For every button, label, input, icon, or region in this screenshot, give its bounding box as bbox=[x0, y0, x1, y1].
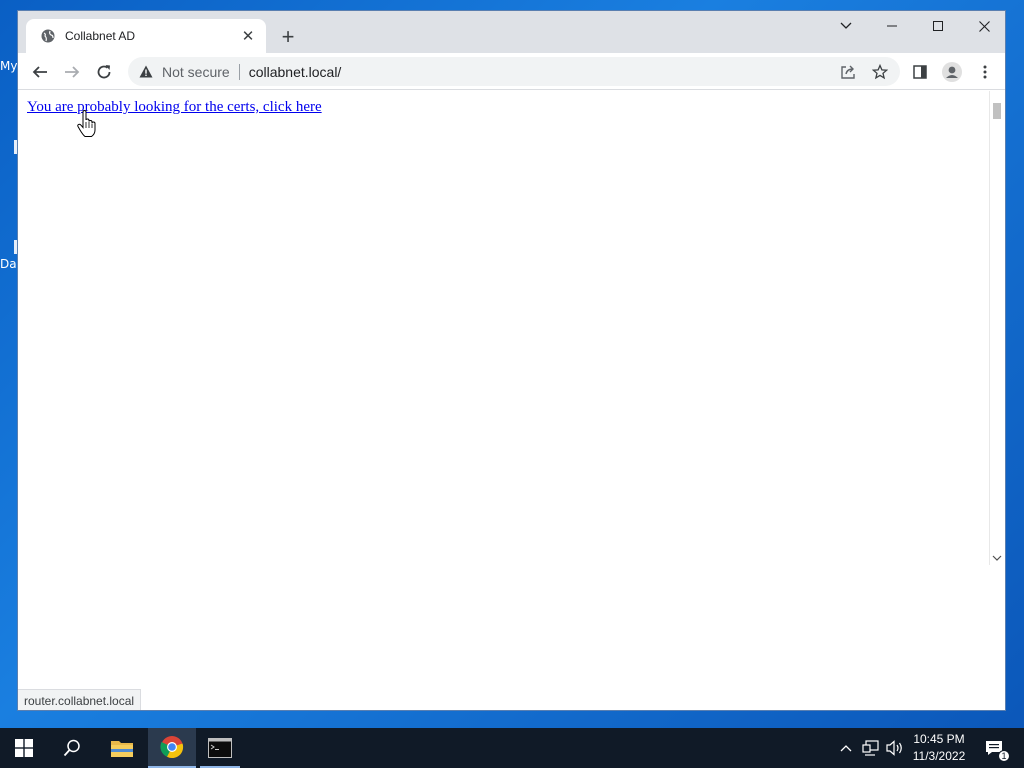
taskbar: 10:45 PM 11/3/2022 1 bbox=[0, 728, 1024, 768]
back-arrow-icon[interactable] bbox=[26, 58, 54, 86]
profile-avatar-icon[interactable] bbox=[938, 58, 966, 86]
status-bubble: router.collabnet.local bbox=[18, 689, 142, 710]
notification-count-badge: 1 bbox=[998, 750, 1010, 762]
volume-icon[interactable] bbox=[884, 728, 906, 768]
forward-arrow-icon[interactable] bbox=[58, 58, 86, 86]
file-explorer-icon[interactable] bbox=[98, 728, 146, 768]
title-bar: Collabnet AD ✕ + bbox=[18, 11, 1005, 53]
omnibox-divider bbox=[238, 63, 240, 80]
close-window-button[interactable] bbox=[961, 11, 1005, 41]
vertical-scrollbar[interactable] bbox=[989, 91, 1005, 565]
scrollbar-thumb[interactable] bbox=[993, 103, 1001, 119]
bookmark-star-icon[interactable] bbox=[866, 58, 894, 86]
tab-title: Collabnet AD bbox=[65, 29, 136, 43]
certs-link[interactable]: You are probably looking for the certs, … bbox=[27, 99, 322, 116]
reload-icon[interactable] bbox=[90, 58, 118, 86]
search-icon[interactable] bbox=[48, 728, 96, 768]
scroll-down-arrow-icon[interactable] bbox=[992, 554, 1002, 565]
security-status-label[interactable]: Not secure bbox=[162, 64, 230, 80]
desktop-icon-label-da: Da bbox=[0, 257, 17, 271]
hand-cursor-icon bbox=[76, 109, 98, 138]
chrome-icon[interactable] bbox=[148, 728, 196, 768]
notification-center-icon[interactable] bbox=[980, 728, 1008, 768]
share-icon[interactable] bbox=[834, 58, 862, 86]
minimize-button[interactable] bbox=[869, 11, 915, 41]
address-bar[interactable]: Not secure collabnet.local/ bbox=[128, 57, 900, 86]
new-tab-button[interactable]: + bbox=[276, 25, 300, 49]
tab-close-icon[interactable]: ✕ bbox=[238, 26, 258, 46]
desktop-icon-label-my: My bbox=[0, 59, 18, 73]
clock-time: 10:45 PM bbox=[913, 732, 965, 746]
command-prompt-icon[interactable] bbox=[196, 728, 244, 768]
browser-toolbar: Not secure collabnet.local/ bbox=[18, 53, 1005, 90]
warning-triangle-icon[interactable] bbox=[138, 64, 154, 80]
browser-window: Collabnet AD ✕ + Not secure collabnet.lo… bbox=[17, 10, 1006, 711]
windows-start-icon[interactable] bbox=[0, 728, 48, 768]
clock-date: 11/3/2022 bbox=[912, 749, 966, 763]
side-panel-icon[interactable] bbox=[906, 58, 934, 86]
tab-collabnet-ad[interactable]: Collabnet AD ✕ bbox=[26, 19, 266, 53]
globe-icon bbox=[40, 28, 56, 44]
maximize-button[interactable] bbox=[915, 11, 961, 41]
page-content: You are probably looking for the certs, … bbox=[18, 91, 989, 710]
taskbar-clock[interactable]: 10:45 PM 11/3/2022 bbox=[905, 731, 973, 765]
network-icon[interactable] bbox=[860, 728, 882, 768]
tab-search-chevron-icon[interactable] bbox=[823, 11, 869, 41]
url-text[interactable]: collabnet.local/ bbox=[249, 64, 342, 80]
show-hidden-icons-chevron-icon[interactable] bbox=[836, 728, 856, 768]
more-menu-icon[interactable] bbox=[971, 58, 999, 86]
